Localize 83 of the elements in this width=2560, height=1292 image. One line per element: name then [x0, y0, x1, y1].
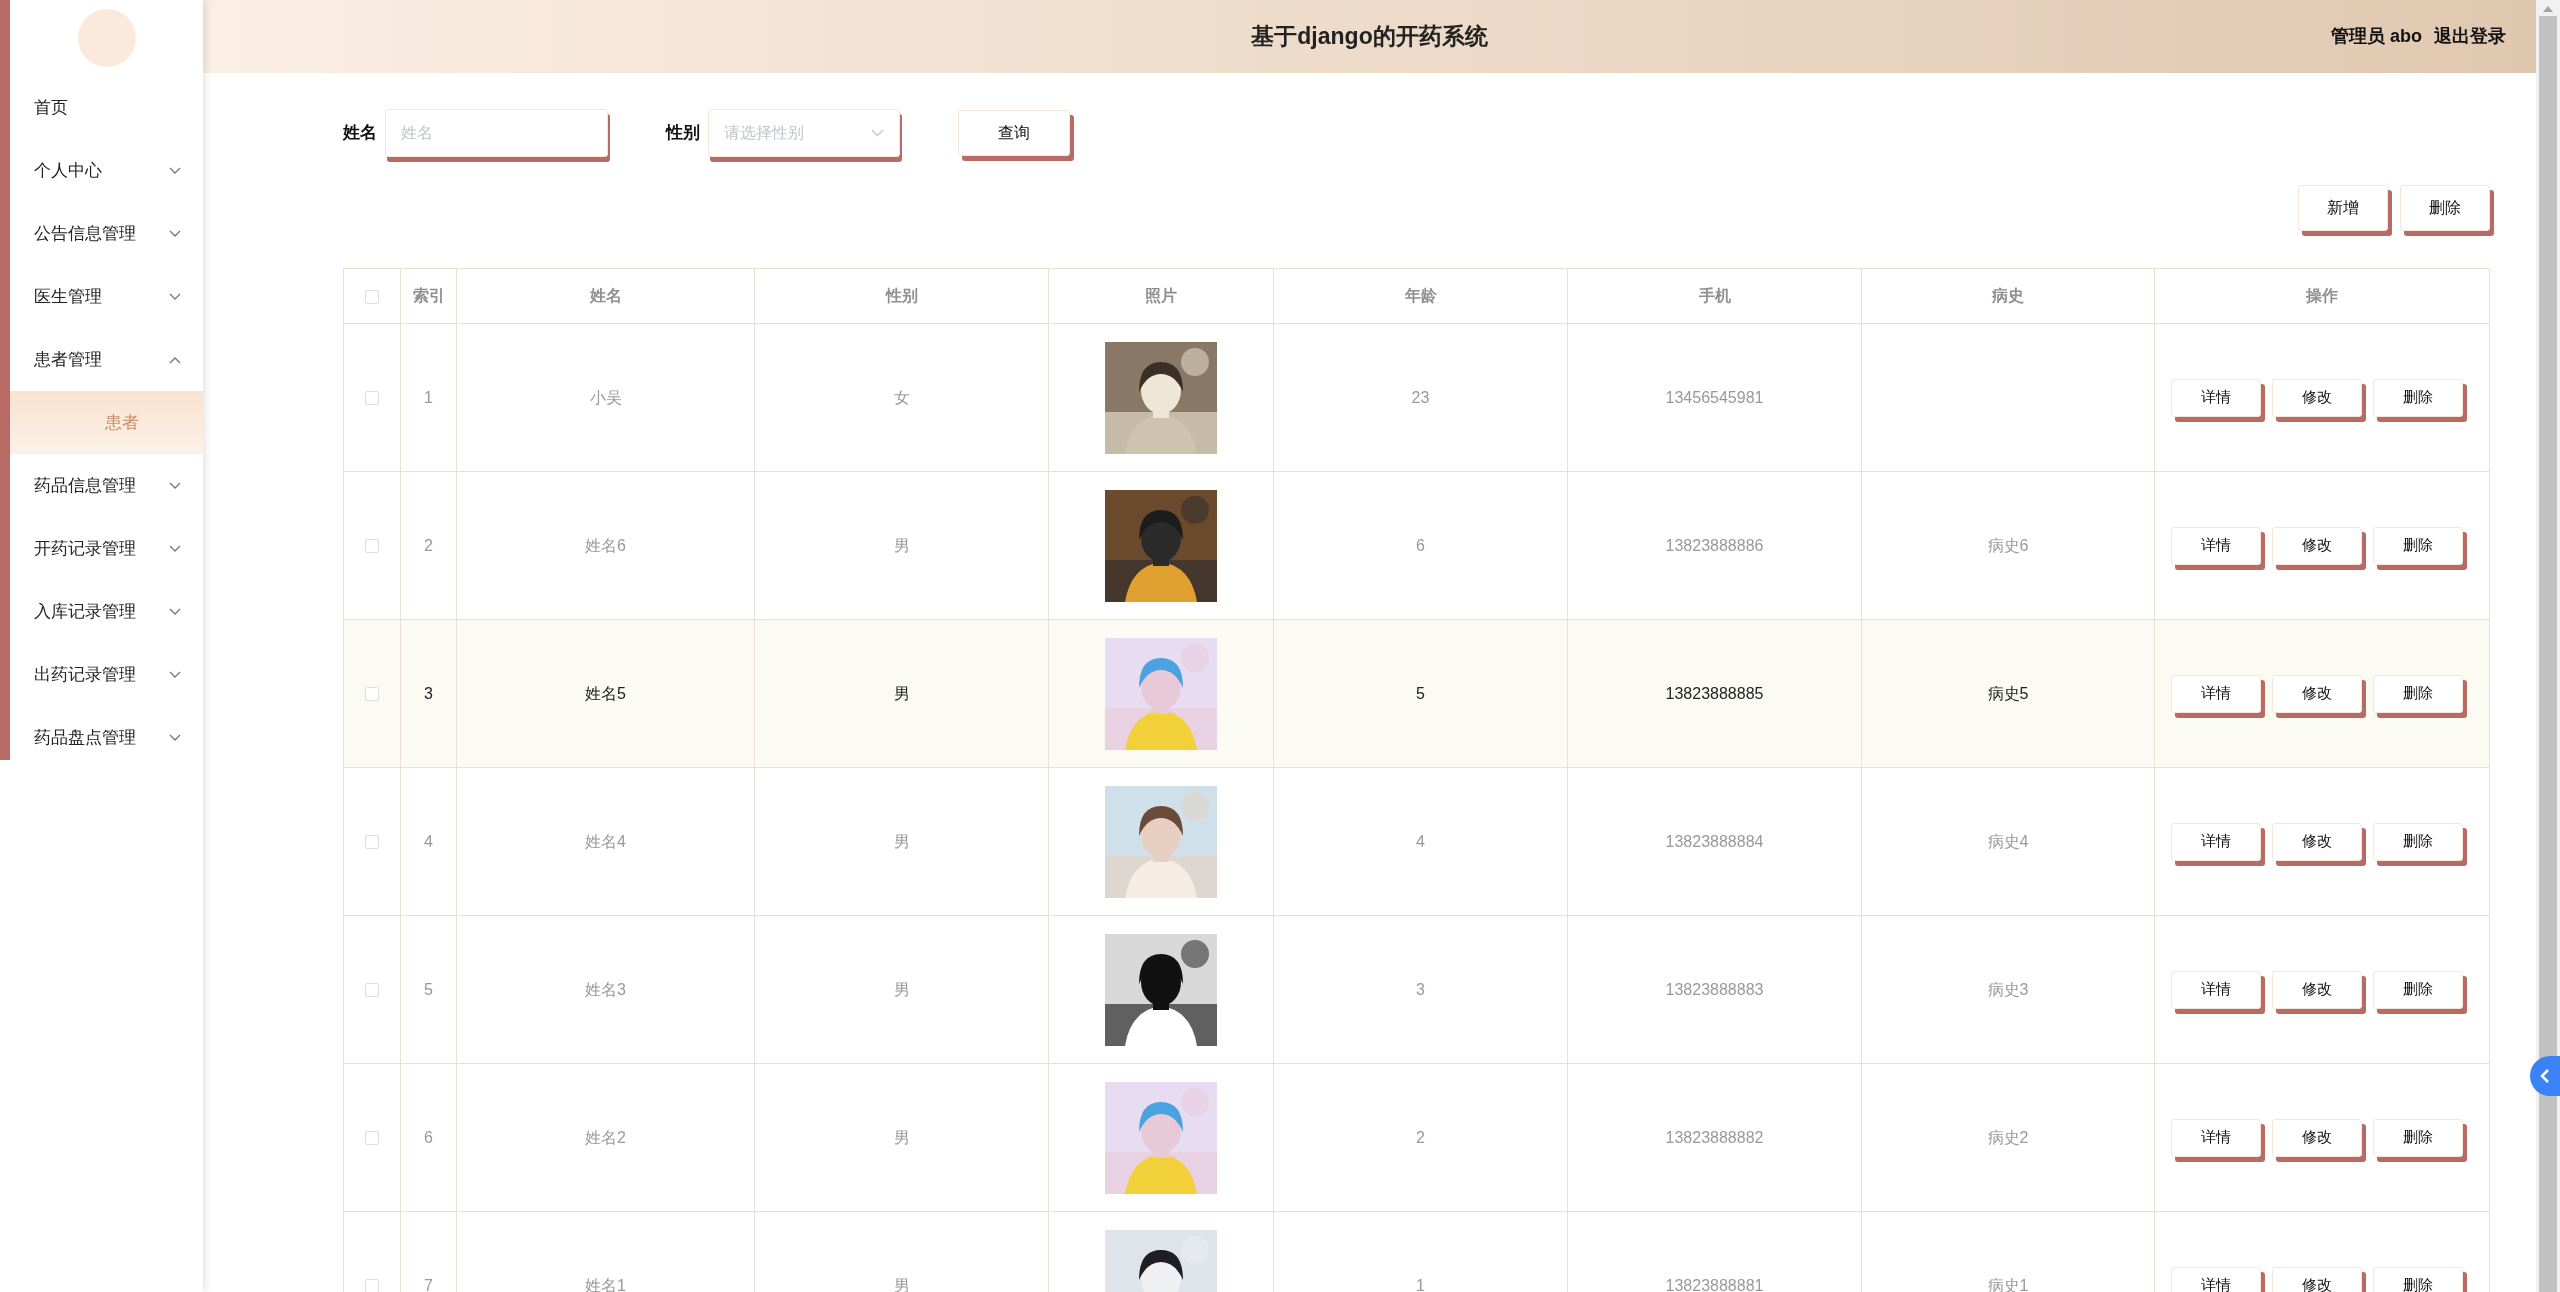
table-cell: 姓名3 [585, 980, 626, 998]
checkbox[interactable] [365, 1131, 379, 1146]
table-cell: 男 [893, 1128, 910, 1146]
chevron-down-icon [871, 129, 884, 137]
table-cell: 3 [424, 684, 433, 702]
table-cell: 4 [424, 832, 433, 850]
column-header: 病史 [1992, 287, 2024, 304]
table-cell: 5 [424, 980, 433, 998]
menu-item[interactable]: 公告信息管理 [34, 220, 136, 247]
table-cell: 7 [424, 1276, 433, 1292]
table-cell: 病史4 [1987, 832, 2029, 850]
checkbox[interactable] [365, 1279, 379, 1292]
table-cell: 13823888885 [1665, 684, 1764, 702]
table-cell: 13823888883 [1665, 980, 1764, 998]
menu-item[interactable]: 入库记录管理 [34, 598, 136, 625]
table-cell: 病史3 [1987, 980, 2029, 998]
column-header: 手机 [1698, 287, 1731, 304]
table-row[interactable]: 6 姓名2 男 2 13823888882 病史2 详情 修改 删除 [343, 1063, 2490, 1212]
input-field[interactable]: 姓名 [385, 109, 608, 157]
table-cell: 姓名1 [585, 1276, 626, 1292]
checkbox[interactable] [365, 835, 379, 850]
table-cell: 5 [1416, 684, 1425, 702]
table-cell: 男 [893, 980, 910, 998]
table-cell: 3 [1416, 980, 1425, 998]
menu-item[interactable]: 药品信息管理 [34, 472, 136, 499]
table-row[interactable]: 3 姓名5 男 5 13823888885 病史5 详情 修改 删除 [343, 619, 2490, 768]
menu-item[interactable]: 药品盘点管理 [34, 724, 136, 751]
table-cell: 男 [893, 684, 910, 702]
table-cell: 13823888886 [1665, 536, 1764, 554]
menu-item[interactable]: 医生管理 [34, 283, 102, 310]
column-header: 性别 [885, 287, 918, 304]
table-row[interactable]: 2 姓名6 男 6 13823888886 病史6 详情 修改 删除 [343, 471, 2490, 620]
table-cell: 病史2 [1987, 1128, 2029, 1146]
checkbox[interactable] [365, 289, 379, 304]
table-cell: 13823888882 [1665, 1128, 1764, 1146]
table-cell: 4 [1416, 832, 1425, 850]
checkbox[interactable] [365, 687, 379, 702]
table-cell: 姓名4 [585, 832, 626, 850]
menu-item[interactable]: 出药记录管理 [34, 661, 136, 688]
table-cell: 13823888881 [1665, 1276, 1764, 1292]
table-cell: 小吴 [589, 388, 622, 406]
table-cell: 13823888884 [1665, 832, 1764, 850]
table-cell: 姓名2 [585, 1128, 626, 1146]
table-cell: 病史6 [1987, 536, 2029, 554]
column-header: 照片 [1145, 287, 1177, 304]
filter-label: 姓名 [343, 122, 377, 145]
collapse-tab[interactable] [2530, 1056, 2560, 1096]
table-row[interactable]: 1 小吴 女 23 13456545981 详情 修改 删除 [343, 323, 2490, 472]
table-cell: 男 [893, 536, 910, 554]
table-cell: 姓名5 [585, 684, 626, 702]
table-cell: 男 [893, 832, 910, 850]
checkbox[interactable] [365, 391, 379, 406]
column-header: 年龄 [1404, 287, 1437, 304]
table-cell: 1 [424, 388, 433, 406]
table-cell: 姓名6 [585, 536, 626, 554]
table-cell: 男 [893, 1276, 910, 1292]
table-cell: 6 [1416, 536, 1425, 554]
table-row[interactable]: 5 姓名3 男 3 13823888883 病史3 详情 修改 删除 [343, 915, 2490, 1064]
menu-item[interactable]: 患者管理 [34, 346, 102, 373]
table-cell: 病史5 [1987, 684, 2029, 702]
user-label: 管理员 abo [2331, 25, 2422, 48]
table-cell: 2 [424, 536, 433, 554]
filter-label: 性别 [666, 122, 700, 145]
column-header: 索引 [412, 287, 445, 304]
table-cell: 6 [424, 1128, 433, 1146]
menu-item[interactable]: 个人中心 [34, 157, 102, 184]
app-title: 基于django的开药系统 [1251, 22, 1488, 52]
table-cell: 13456545981 [1665, 388, 1764, 406]
table-row[interactable]: 4 姓名4 男 4 13823888884 病史4 详情 修改 删除 [343, 767, 2490, 916]
menu-item[interactable]: 开药记录管理 [34, 535, 136, 562]
table-cell: 23 [1411, 388, 1430, 406]
checkbox[interactable] [365, 539, 379, 554]
table-cell: 1 [1416, 1276, 1425, 1292]
checkbox[interactable] [365, 983, 379, 998]
chevron-left-icon [2540, 1068, 2550, 1084]
table-cell: 2 [1416, 1128, 1425, 1146]
menu-item[interactable]: 首页 [34, 94, 68, 121]
scrollbar[interactable] [2536, 0, 2560, 1292]
logout-link[interactable]: 退出登录 [2434, 23, 2506, 50]
table-cell: 女 [893, 388, 910, 406]
scroll-up-icon[interactable] [2542, 5, 2554, 13]
column-header: 操作 [2306, 287, 2338, 304]
column-header: 姓名 [589, 287, 622, 304]
